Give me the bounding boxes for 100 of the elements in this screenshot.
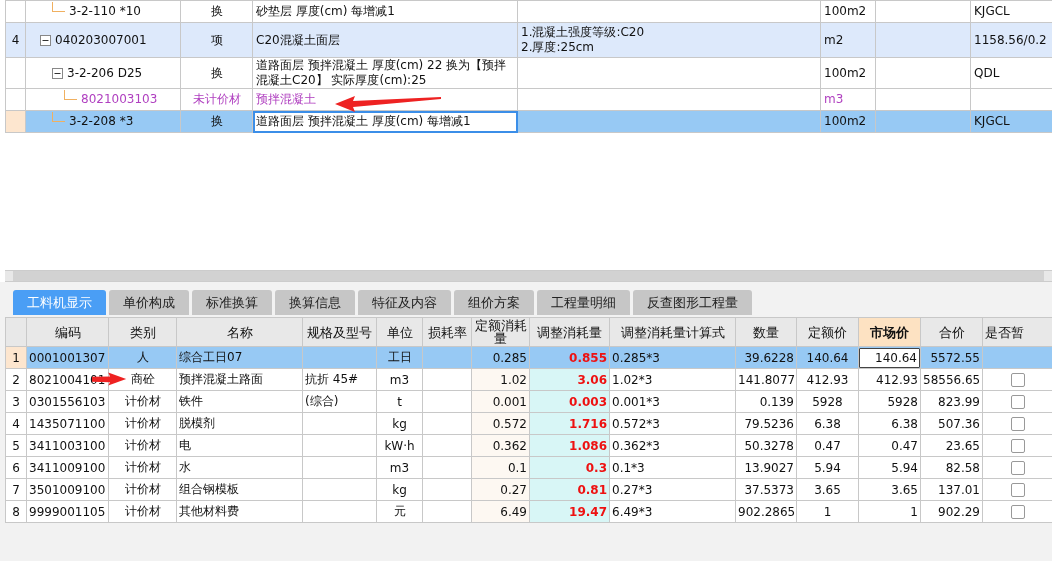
tab[interactable]: 换算信息 [275,290,355,315]
table-cell: 141.8077 [738,372,796,387]
table-cell: 计价材 [124,416,161,430]
table-cell: 6.49 [500,504,527,519]
table-cell: 823.99 [938,394,980,409]
table-cell: 0.572*3 [612,416,660,431]
table-cell: 3.65 [891,482,918,497]
checkbox[interactable] [1010,438,1025,453]
column-header[interactable]: 规格及型号 [302,317,377,347]
column-header[interactable]: 损耗率 [422,317,472,347]
column-header[interactable]: 市场价 [858,317,921,347]
unit-text: 100m2 [824,114,867,128]
tree-connector [64,90,77,100]
table-cell: 0.362*3 [612,438,660,453]
table-cell: 5572.55 [930,350,980,365]
table-cell: 0301556103 [29,394,106,409]
table-cell: 0.47 [814,438,841,453]
row-number: 8 [12,504,20,519]
table-cell: kg [392,416,407,431]
row-number: 4 [11,32,20,47]
tab[interactable]: 组价方案 [454,290,534,315]
tab[interactable]: 单价构成 [109,290,189,315]
table-cell: 6.38 [814,416,841,431]
table-cell: (综合) [305,394,339,408]
table-cell: 0.362 [492,438,527,453]
table-cell: 计价材 [124,394,161,408]
table-cell: 铁件 [179,394,203,408]
row-number: 2 [12,372,20,387]
type-text: 未计价材 [192,92,241,106]
collapse-icon[interactable] [40,34,51,46]
table-cell: 3501009100 [29,482,106,497]
table-cell: 0.1 [507,460,527,475]
table-cell: 计价材 [124,438,161,452]
table-cell: 412.93 [876,372,918,387]
tab[interactable]: 工程量明细 [537,290,630,315]
column-header[interactable]: 定额消耗量 [471,317,530,347]
table-cell: 工日 [387,350,412,364]
name-text: 道路面层 预拌混凝土 厚度(cm) 22 换为【预拌混凝土C20】 实际厚度(cm):25 [256,58,507,87]
price-input[interactable]: 140.64 [859,347,920,368]
checkbox[interactable] [1010,372,1025,387]
type-text: 换 [210,4,223,18]
code-text: 8021003103 [81,92,158,107]
row-number: 1 [12,350,20,365]
name-text: 砂垫层 厚度(cm) 每增减1 [256,4,395,18]
column-header[interactable]: 数量 [735,317,797,347]
column-header[interactable]: 是否暂 [982,317,1052,347]
table-cell: 0001001307 [29,350,106,365]
table-cell: 0.572 [492,416,527,431]
table-cell: 412.93 [806,372,849,387]
table-cell: 计价材 [124,460,161,474]
tab[interactable]: 特征及内容 [358,290,451,315]
column-header[interactable]: 名称 [176,317,303,347]
table-cell: 0.285*3 [612,350,660,365]
checkbox[interactable] [1010,504,1025,519]
table-cell: 其他材料费 [179,504,239,518]
table-cell: QDL [974,65,1000,80]
checkbox[interactable] [1010,460,1025,475]
type-text: 换 [210,114,223,128]
column-header[interactable]: 类别 [108,317,177,347]
table-cell: kW·h [384,438,415,453]
table-cell: 1.02*3 [612,372,653,387]
table-cell: 1.716 [569,416,607,431]
table-cell: 3.65 [814,482,841,497]
code-text: 3-2-206 D25 [67,65,143,81]
tab[interactable]: 反查图形工程量 [633,290,752,315]
table-cell: 1.086 [569,438,607,453]
unit-text: m3 [824,92,844,106]
unit-text: 100m2 [824,65,867,80]
column-header[interactable]: 定额价 [796,317,859,347]
column-header[interactable]: 单位 [376,317,423,347]
table-cell: 0.001*3 [612,394,660,409]
table-cell: 79.5236 [744,416,794,431]
checkbox[interactable] [1010,482,1025,497]
table-cell: 0.285 [492,350,527,365]
table-cell: 1.02 [500,372,527,387]
table-cell: 902.29 [938,504,980,519]
type-text: 换 [210,65,223,80]
table-cell: 商砼 [130,372,155,386]
table-cell: 0.47 [891,438,918,453]
feature-text: 1.混凝土强度等级:C20 2.厚度:25cm [521,25,646,55]
unit-text: 100m2 [824,4,867,18]
checkbox[interactable] [1010,394,1025,409]
table-cell: 1435071100 [29,416,106,431]
table-cell: 3.06 [577,372,607,387]
table-cell: 水 [179,460,191,474]
column-header[interactable]: 调整消耗量 [529,317,610,347]
checkbox[interactable] [1010,416,1025,431]
column-header[interactable]: 编码 [26,317,109,347]
tree-connector [52,2,65,12]
table-cell: 元 [393,504,406,518]
collapse-icon[interactable] [52,67,63,79]
table-cell: 人 [136,350,149,364]
column-header[interactable]: 合价 [920,317,983,347]
row-number: 4 [12,416,20,431]
tab[interactable]: 标准换算 [192,290,272,315]
table-cell: 8021004101 [29,372,106,387]
table-cell: 140.64 [806,350,849,365]
column-header[interactable]: 调整消耗量计算式 [609,317,736,347]
scrollbar[interactable] [5,270,1052,282]
table-cell: 电 [179,438,191,452]
